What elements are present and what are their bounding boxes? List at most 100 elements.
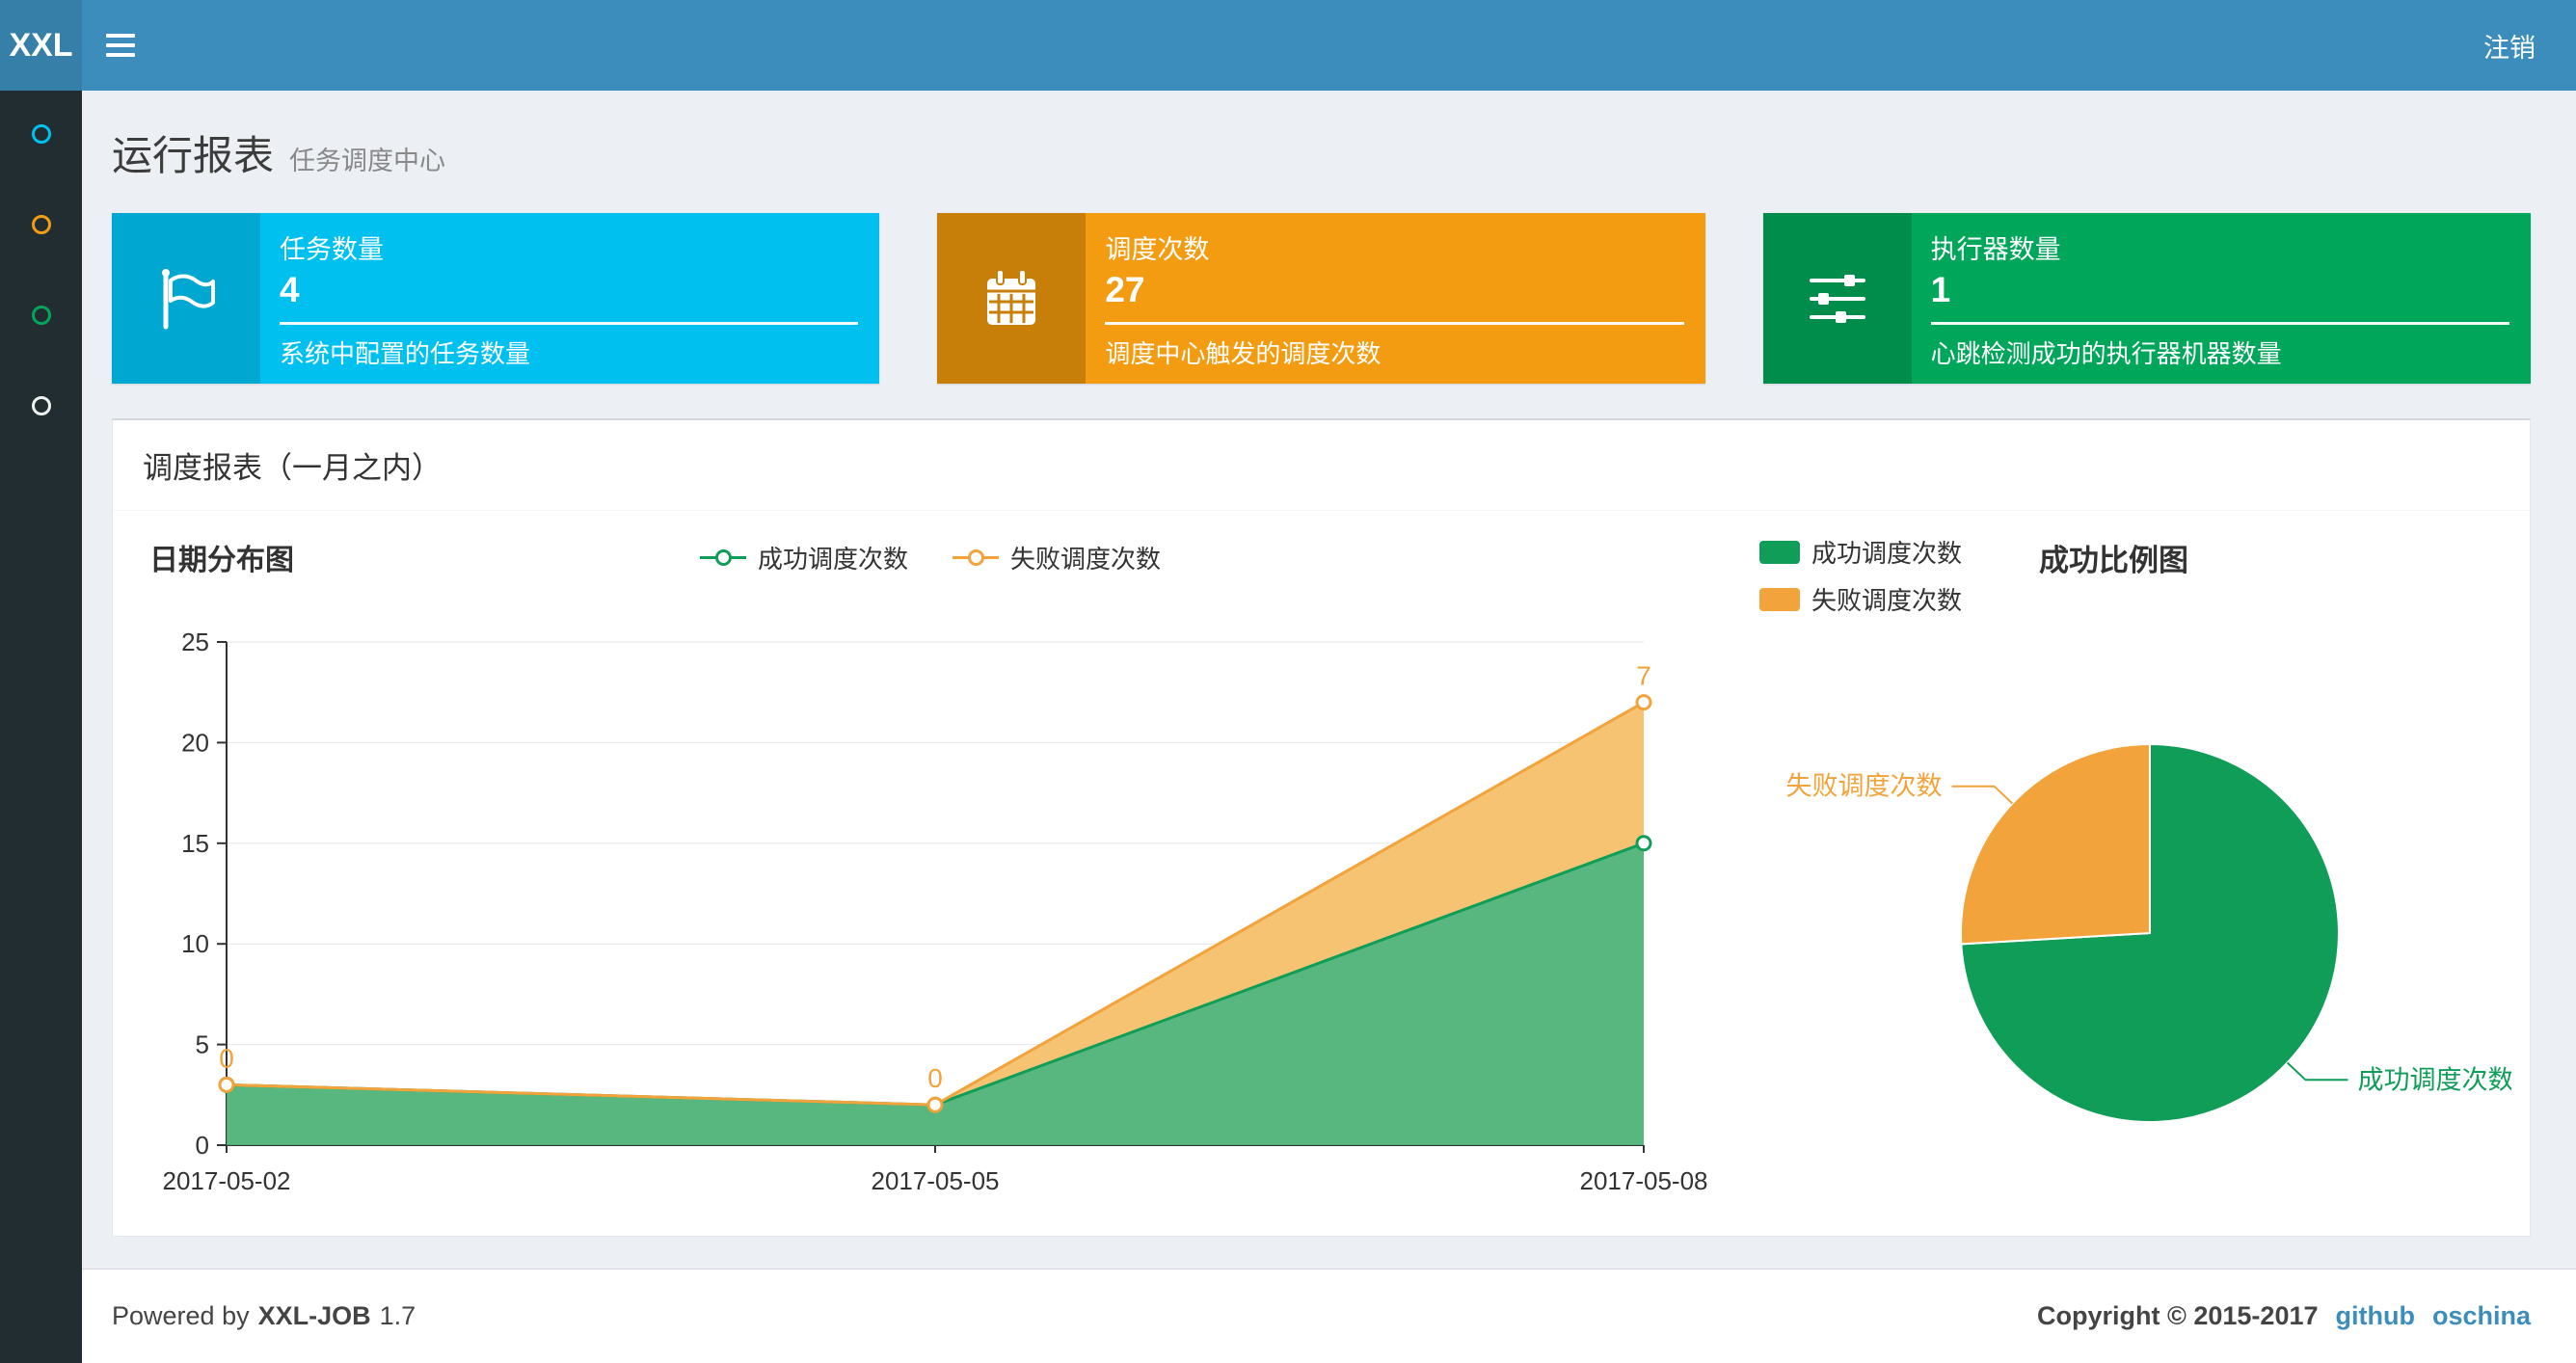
chart-text: 2017-05-05 bbox=[872, 1166, 1000, 1195]
sidebar-toggle-button[interactable] bbox=[82, 0, 159, 91]
pie-chart: 成功调度次数 失败调度次数 bbox=[1786, 742, 2512, 1123]
chart-circle bbox=[218, 1076, 235, 1093]
app-logo[interactable]: XXL bbox=[0, 0, 82, 91]
report-panel-title: 调度报表（一月之内） bbox=[113, 420, 2530, 511]
chart-text: 25 bbox=[181, 628, 209, 656]
legend-label: 失败调度次数 bbox=[1010, 545, 1162, 574]
pie-chart-legend: 成功调度次数 失败调度次数 bbox=[1759, 534, 1962, 617]
oschina-link[interactable]: oschina bbox=[2432, 1301, 2531, 1331]
flag-icon-svg bbox=[162, 268, 215, 329]
flag-icon bbox=[112, 213, 260, 384]
calendar-icon-svg bbox=[987, 268, 1036, 325]
info-box-title: 任务数量 bbox=[280, 235, 384, 264]
powered-by-text: Powered by bbox=[112, 1301, 250, 1330]
info-box-body: 执行器数量 1 心跳检测成功的执行器机器数量 bbox=[1912, 213, 2531, 384]
product-name: XXL-JOB bbox=[257, 1301, 371, 1330]
circle-o-icon bbox=[31, 396, 51, 415]
chart-text: 成功调度次数 bbox=[2358, 1065, 2512, 1094]
legend-swatch-icon bbox=[1759, 587, 1800, 611]
line-chart-legend: 成功调度次数 失败调度次数 bbox=[699, 540, 1161, 575]
legend-item-fail[interactable]: 失败调度次数 bbox=[953, 540, 1161, 575]
info-box-description: 心跳检测成功的执行器机器数量 bbox=[1930, 339, 2282, 368]
chart-header: 日期分布图 成功调度次数 失败调度次数 bbox=[140, 521, 1721, 580]
divider bbox=[1105, 322, 1684, 325]
report-panel: 调度报表（一月之内） 日期分布图 成功调度次数 失败调度次数 0 5 10 15… bbox=[112, 418, 2531, 1237]
chart-text: 0 bbox=[219, 1043, 234, 1073]
chart-text: 2017-05-08 bbox=[1580, 1166, 1708, 1195]
chart-text: 2017-05-02 bbox=[163, 1166, 291, 1195]
legend-label: 成功调度次数 bbox=[757, 545, 908, 574]
report-panel-body: 日期分布图 成功调度次数 失败调度次数 0 5 10 15 20 25 2017… bbox=[113, 511, 2530, 1236]
chart-path bbox=[1959, 742, 2151, 946]
info-box-trigger-count: 调度次数 27 调度中心触发的调度次数 bbox=[937, 213, 1705, 384]
info-box-body: 任务数量 4 系统中配置的任务数量 bbox=[260, 213, 879, 384]
copyright-text: Copyright © 2015-2017 bbox=[2036, 1301, 2319, 1330]
legend-item-success[interactable]: 成功调度次数 bbox=[699, 540, 908, 575]
stacked-area-chart: 05101520252017-05-02 2017-05-05 2017-05-08… bbox=[163, 628, 1708, 1195]
footer-powered-by: Powered by XXL-JOB 1.7 bbox=[112, 1301, 416, 1331]
sidebar-item-1[interactable] bbox=[26, 120, 57, 148]
legend-item-fail[interactable]: 失败调度次数 bbox=[1759, 581, 1962, 617]
hamburger-icon bbox=[106, 34, 135, 38]
marker-dot-icon bbox=[714, 549, 732, 566]
info-box-title: 执行器数量 bbox=[1930, 235, 2061, 264]
chart-text: 失败调度次数 bbox=[1786, 772, 1943, 801]
logout-button[interactable]: 注销 bbox=[2443, 0, 2576, 91]
sidebar-item-4[interactable] bbox=[26, 391, 57, 420]
info-box-body: 调度次数 27 调度中心触发的调度次数 bbox=[1086, 213, 1704, 384]
info-box-title: 调度次数 bbox=[1105, 235, 1210, 264]
chart-circle bbox=[926, 1096, 944, 1113]
info-box-description: 调度中心触发的调度次数 bbox=[1105, 339, 1382, 368]
legend-label: 成功调度次数 bbox=[1811, 539, 1963, 568]
sliders-icon bbox=[1762, 213, 1912, 384]
circle-o-icon bbox=[31, 124, 51, 144]
circle-o-icon bbox=[31, 215, 51, 234]
page-header: 运行报表 任务调度中心 bbox=[82, 91, 2576, 182]
calendar-icon bbox=[937, 213, 1087, 384]
line-marker-icon bbox=[699, 549, 746, 566]
page-title: 运行报表 bbox=[112, 133, 275, 178]
circle-o-icon bbox=[31, 306, 51, 325]
line-marker-icon bbox=[953, 549, 999, 566]
hamburger-icon bbox=[106, 53, 135, 57]
info-box-value: 27 bbox=[1105, 270, 1145, 309]
github-link[interactable]: github bbox=[2336, 1301, 2415, 1331]
line-chart-title: 日期分布图 bbox=[149, 545, 294, 576]
sidebar-item-3[interactable] bbox=[26, 301, 57, 330]
footer: Powered by XXL-JOB 1.7 Copyright © 2015-… bbox=[82, 1269, 2576, 1363]
sidebar-item-2[interactable] bbox=[26, 210, 57, 239]
chart-text: 10 bbox=[181, 929, 209, 958]
footer-copyright: Copyright © 2015-2017 github oschina bbox=[2037, 1301, 2531, 1331]
marker-dot-icon bbox=[968, 549, 984, 566]
chart-text: 7 bbox=[1636, 661, 1651, 691]
date-distribution-chart: 日期分布图 成功调度次数 失败调度次数 0 5 10 15 20 25 2017… bbox=[140, 521, 1721, 1224]
info-box-value: 1 bbox=[1930, 270, 1951, 309]
pie-chart-title: 成功比例图 bbox=[2039, 544, 2188, 577]
chart-text: 15 bbox=[181, 829, 209, 858]
sidebar bbox=[0, 91, 82, 1363]
chart-text: 20 bbox=[181, 728, 209, 757]
chart-polyline bbox=[1951, 785, 2014, 805]
chart-circle bbox=[1635, 835, 1652, 852]
info-box-row: 任务数量 4 系统中配置的任务数量 调度次数 27 调度中心触发的调度次数 执行… bbox=[112, 213, 2531, 384]
legend-swatch-icon bbox=[1759, 540, 1800, 564]
info-box-value: 4 bbox=[280, 270, 300, 309]
chart-polyline bbox=[2286, 1061, 2348, 1082]
sliders-icon-svg bbox=[1809, 274, 1865, 323]
divider bbox=[280, 322, 859, 325]
chart-text: 0 bbox=[196, 1131, 209, 1160]
product-version: 1.7 bbox=[379, 1301, 416, 1330]
hamburger-icon bbox=[106, 43, 135, 47]
info-box-executor-count: 执行器数量 1 心跳检测成功的执行器机器数量 bbox=[1762, 213, 2531, 384]
page-subtitle: 任务调度中心 bbox=[289, 147, 446, 175]
chart-circle bbox=[1635, 694, 1652, 711]
top-navbar: XXL 注销 bbox=[0, 0, 2576, 91]
info-box-description: 系统中配置的任务数量 bbox=[280, 339, 531, 368]
legend-item-success[interactable]: 成功调度次数 bbox=[1759, 534, 1962, 570]
info-box-task-count: 任务数量 4 系统中配置的任务数量 bbox=[112, 213, 880, 384]
divider bbox=[1930, 322, 2509, 325]
legend-label: 失败调度次数 bbox=[1811, 586, 1963, 615]
success-ratio-chart: 成功调度次数 失败调度次数 成功比例图 成功调度次数 失败调度次数 bbox=[1721, 521, 2511, 1224]
chart-text: 5 bbox=[196, 1030, 209, 1059]
main-content: 运行报表 任务调度中心 任务数量 4 系统中配置的任务数量 调度次数 27 调度… bbox=[82, 91, 2576, 1237]
